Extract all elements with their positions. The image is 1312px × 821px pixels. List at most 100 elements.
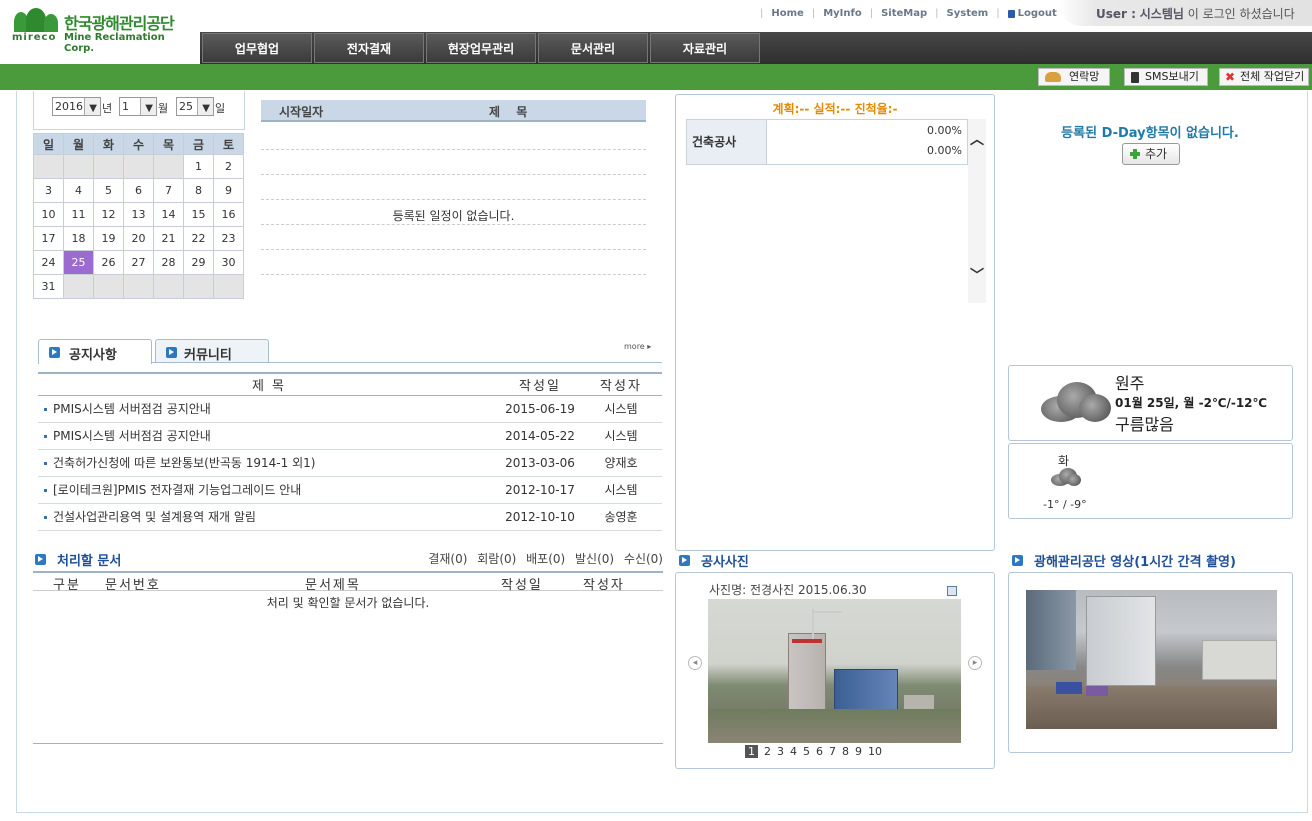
- schedule-empty: 등록된 일정이 없습니다.: [392, 209, 515, 223]
- page-link[interactable]: 6: [816, 745, 823, 758]
- calendar-day[interactable]: 30: [213, 250, 244, 275]
- calendar-day[interactable]: 17: [33, 226, 64, 251]
- weekday-1: 월: [63, 133, 94, 155]
- notice-row[interactable]: PMIS시스템 서버점검 공지안내 2014-05-22 시스템: [38, 422, 662, 450]
- next-photo-button[interactable]: ▸: [968, 656, 982, 670]
- forecast-temp: -1° / -9°: [1043, 498, 1087, 511]
- site-camera-image[interactable]: [1026, 590, 1277, 729]
- notice-row[interactable]: [로이테크원]PMIS 전자결재 기능업그레이드 안내 2012-10-17 시스템: [38, 476, 662, 504]
- tab-community[interactable]: 커뮤니티: [155, 339, 269, 363]
- calendar-day[interactable]: 7: [153, 178, 184, 203]
- cloud-icon: [1041, 380, 1111, 424]
- calendar-day[interactable]: 10: [33, 202, 64, 227]
- notice-date: 2013-03-06: [500, 449, 580, 477]
- notice-row[interactable]: PMIS시스템 서버점검 공지안내 2015-06-19 시스템: [38, 395, 662, 423]
- notice-date: 2012-10-17: [500, 476, 580, 504]
- page-link[interactable]: 5: [803, 745, 810, 758]
- photo-caption: 사진명: 전경사진 2015.06.30: [709, 583, 867, 597]
- calendar-day[interactable]: 2: [213, 154, 244, 179]
- notice-title[interactable]: PMIS시스템 서버점검 공지안내: [38, 395, 500, 423]
- notice-row[interactable]: 건설사업관리용역 및 설계용역 재개 알림 2012-10-10 송영훈: [38, 503, 662, 531]
- calendar-day[interactable]: 6: [123, 178, 154, 203]
- sms-button[interactable]: SMS보내기: [1124, 68, 1208, 86]
- menu-site-work[interactable]: 현장업무관리: [426, 33, 536, 63]
- chevron-up-icon[interactable]: ︿: [970, 133, 984, 147]
- calendar-day[interactable]: 5: [93, 178, 124, 203]
- prev-photo-button[interactable]: ◂: [688, 656, 702, 670]
- lock-icon: [1007, 10, 1015, 18]
- system-link[interactable]: System: [947, 8, 989, 19]
- logo-korean: 한국광해관리공단: [64, 14, 175, 33]
- page-link[interactable]: 8: [842, 745, 849, 758]
- calendar-empty-cell: [153, 274, 184, 299]
- year-select[interactable]: 2016 ▼: [52, 97, 101, 116]
- calendar-day[interactable]: 9: [213, 178, 244, 203]
- docs-counts[interactable]: 결재(0) 회람(0) 배포(0) 발신(0) 수신(0): [428, 550, 663, 567]
- calendar-day[interactable]: 16: [213, 202, 244, 227]
- calendar-day[interactable]: 15: [183, 202, 214, 227]
- calendar-day[interactable]: 28: [153, 250, 184, 275]
- menu-collab[interactable]: 업무협업: [202, 33, 312, 63]
- calendar-day[interactable]: 29: [183, 250, 214, 275]
- calendar-day[interactable]: 19: [93, 226, 124, 251]
- page-link[interactable]: 3: [777, 745, 784, 758]
- calendar-day[interactable]: 11: [63, 202, 94, 227]
- sitemap-link[interactable]: SiteMap: [881, 8, 927, 19]
- tab-notice[interactable]: 공지사항: [38, 339, 152, 364]
- page-link[interactable]: 10: [868, 745, 882, 758]
- calendar-day[interactable]: 24: [33, 250, 64, 275]
- add-dday-button[interactable]: 추가: [1122, 143, 1180, 165]
- calendar-day[interactable]: 20: [123, 226, 154, 251]
- calendar-day[interactable]: 27: [123, 250, 154, 275]
- menu-documents[interactable]: 문서관리: [538, 33, 648, 63]
- menu-approval[interactable]: 전자결재: [314, 33, 424, 63]
- calendar-day[interactable]: 13: [123, 202, 154, 227]
- home-link[interactable]: Home: [771, 8, 803, 19]
- notice-title[interactable]: PMIS시스템 서버점검 공지안내: [38, 422, 500, 450]
- notice-row[interactable]: 건축허가신청에 따른 보완통보(반곡동 1914-1 외1) 2013-03-06…: [38, 449, 662, 477]
- contacts-button[interactable]: 연락망: [1038, 68, 1110, 86]
- progress-actual: 0.00%: [927, 144, 962, 157]
- calendar-day-today[interactable]: 25: [63, 250, 94, 275]
- calendar-day[interactable]: 4: [63, 178, 94, 203]
- user-message: 이 로그인 하셨습니다: [1187, 7, 1295, 21]
- page-link[interactable]: 4: [790, 745, 797, 758]
- notice-title[interactable]: 건축허가신청에 따른 보완통보(반곡동 1914-1 외1): [38, 449, 500, 477]
- progress-scrollbar[interactable]: ︿ ﹀: [968, 119, 986, 303]
- day-select[interactable]: 25 ▼: [176, 97, 214, 116]
- notice-title[interactable]: 건설사업관리용역 및 설계용역 재개 알림: [38, 503, 500, 531]
- main-menu: 업무협업 전자결재 현장업무관리 문서관리 자료관리: [200, 32, 1312, 64]
- calendar-day[interactable]: 14: [153, 202, 184, 227]
- calendar-day[interactable]: 3: [33, 178, 64, 203]
- chevron-down-icon[interactable]: ﹀: [970, 269, 984, 283]
- calendar-day[interactable]: 1: [183, 154, 214, 179]
- page-link[interactable]: 7: [829, 745, 836, 758]
- weekday-0: 일: [33, 133, 64, 155]
- calendar-day[interactable]: 12: [93, 202, 124, 227]
- logo[interactable]: 한국광해관리공단 mireco Mine Reclamation Corp.: [12, 8, 192, 54]
- calendar-empty-cell: [63, 274, 94, 299]
- notice-date: 2012-10-10: [500, 503, 580, 531]
- month-select[interactable]: 1 ▼: [119, 97, 157, 116]
- progress-panel: 계획:-- 실적:-- 진척율:- 건축공사 0.00% 0.00% ︿ ﹀: [675, 94, 995, 551]
- calendar-day[interactable]: 26: [93, 250, 124, 275]
- menu-resources[interactable]: 자료관리: [650, 33, 760, 63]
- calendar-day[interactable]: 31: [33, 274, 64, 299]
- calendar-day[interactable]: 23: [213, 226, 244, 251]
- more-link[interactable]: more ▸: [624, 342, 651, 351]
- logout-link[interactable]: Logout: [1018, 8, 1057, 19]
- calendar-day[interactable]: 18: [63, 226, 94, 251]
- construction-photo[interactable]: [708, 599, 961, 743]
- page-link[interactable]: 9: [855, 745, 862, 758]
- page-link[interactable]: 2: [764, 745, 771, 758]
- save-icon[interactable]: [947, 586, 957, 596]
- notice-title[interactable]: [로이테크원]PMIS 전자결재 기능업그레이드 안내: [38, 476, 500, 504]
- myinfo-link[interactable]: MyInfo: [823, 8, 862, 19]
- dday-panel: 등록된 D-Day항목이 없습니다. 추가: [1008, 120, 1292, 170]
- close-all-button[interactable]: ✖ 전체 작업닫기: [1219, 68, 1309, 86]
- calendar-day[interactable]: 8: [183, 178, 214, 203]
- page-link[interactable]: 1: [745, 745, 758, 758]
- calendar-day[interactable]: 22: [183, 226, 214, 251]
- weekday-6: 토: [213, 133, 244, 155]
- calendar-day[interactable]: 21: [153, 226, 184, 251]
